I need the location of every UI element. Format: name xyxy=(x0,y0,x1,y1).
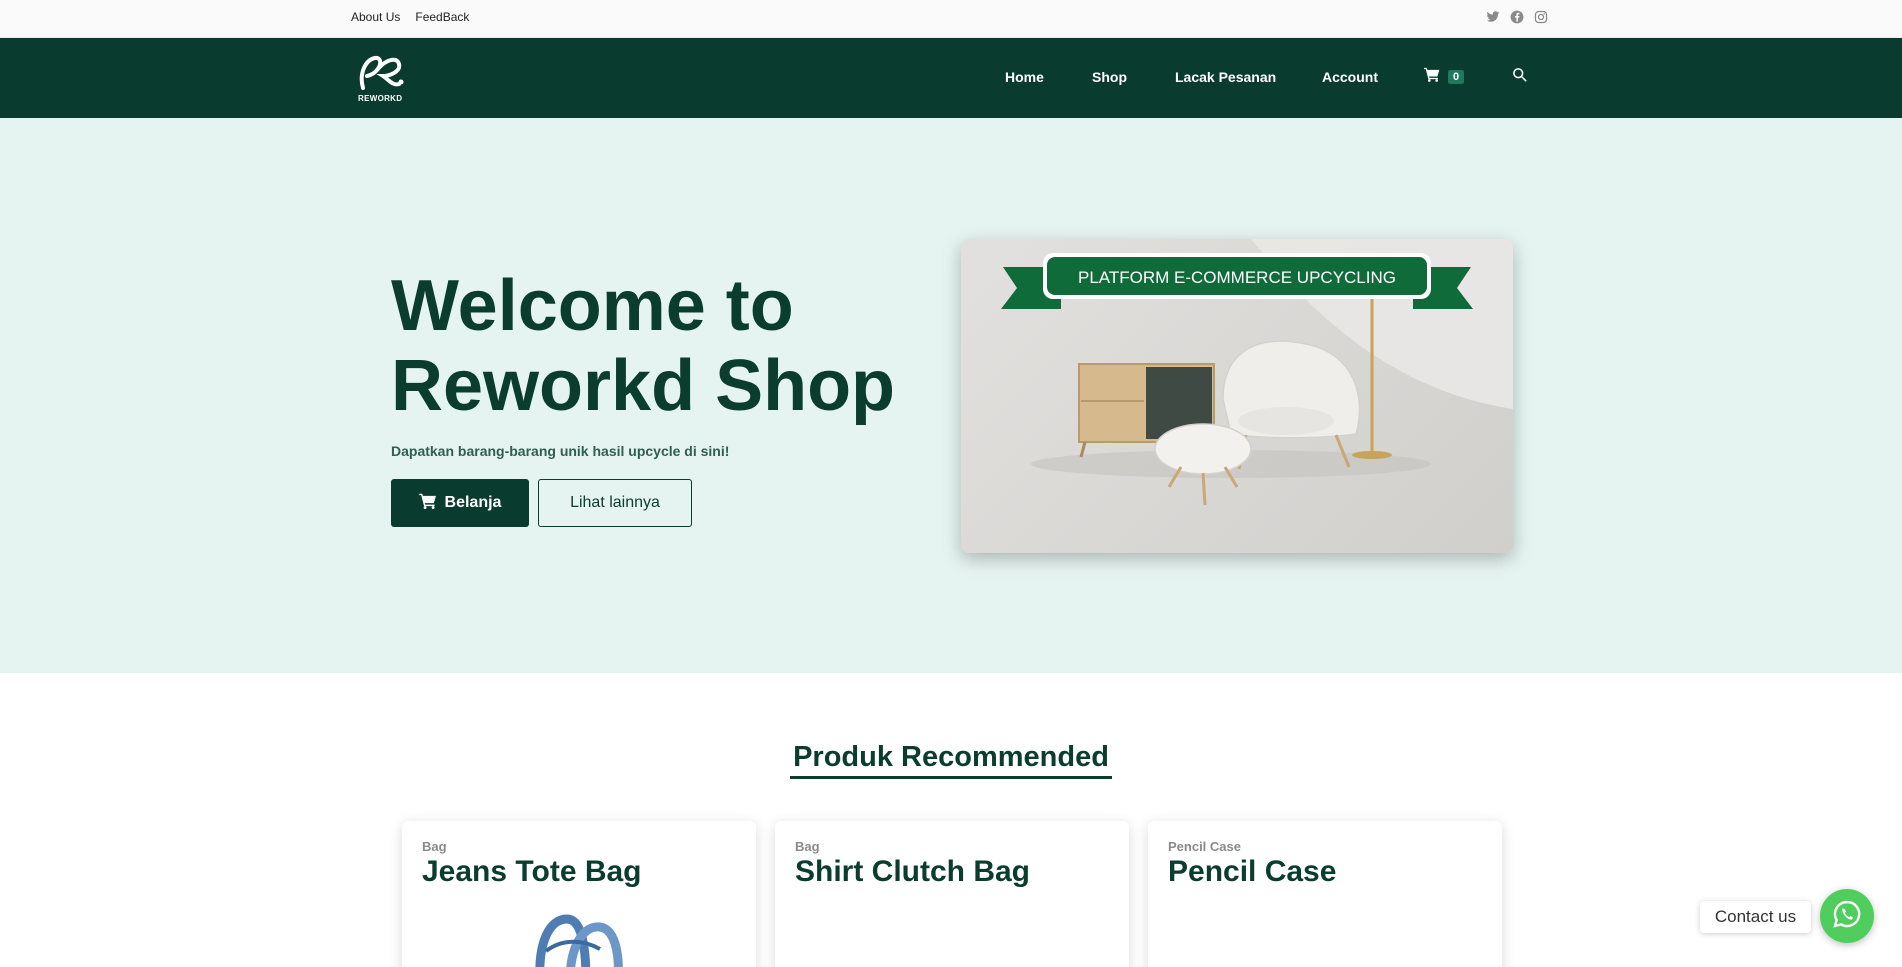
contact-us-label[interactable]: Contact us xyxy=(1700,901,1811,933)
main-header: REWORKD Home Shop Lacak Pesanan Account … xyxy=(0,38,1902,118)
product-card[interactable]: Bag Jeans Tote Bag xyxy=(402,821,756,967)
product-card[interactable]: Bag Shirt Clutch Bag xyxy=(775,821,1129,967)
cart-icon xyxy=(418,493,437,514)
product-name[interactable]: Shirt Clutch Bag xyxy=(795,855,1030,889)
product-name[interactable]: Pencil Case xyxy=(1168,855,1336,889)
whatsapp-icon xyxy=(1831,898,1863,935)
whatsapp-button[interactable] xyxy=(1820,889,1874,943)
nav-home[interactable]: Home xyxy=(1005,69,1044,85)
section-title: Produk Recommended xyxy=(0,741,1902,779)
cart-button[interactable]: 0 xyxy=(1424,67,1465,87)
about-us-link[interactable]: About Us xyxy=(351,10,400,24)
instagram-icon[interactable] xyxy=(1534,10,1548,24)
cart-icon xyxy=(1424,67,1440,87)
belanja-button[interactable]: Belanja xyxy=(391,479,529,527)
belanja-label: Belanja xyxy=(444,494,502,511)
top-bar: About Us FeedBack xyxy=(0,0,1902,38)
product-category: Bag xyxy=(795,839,820,854)
banner-text: PLATFORM E-COMMERCE UPCYCLING xyxy=(1078,268,1396,287)
cart-count-badge: 0 xyxy=(1448,70,1465,84)
hero-subtitle: Dapatkan barang-barang unik hasil upcycl… xyxy=(391,443,730,459)
social-links xyxy=(1486,10,1548,24)
hero-banner-image: PLATFORM E-COMMERCE UPCYCLING xyxy=(961,239,1513,553)
twitter-icon[interactable] xyxy=(1486,10,1500,24)
hero-title: Welcome to Reworkd Shop xyxy=(391,266,896,426)
hero-section: Welcome to Reworkd Shop Dapatkan barang-… xyxy=(0,118,1902,673)
top-links: About Us FeedBack xyxy=(351,10,469,24)
product-category: Bag xyxy=(422,839,447,854)
nav-lacak-pesanan[interactable]: Lacak Pesanan xyxy=(1175,69,1276,85)
search-icon[interactable] xyxy=(1512,67,1528,83)
facebook-icon[interactable] xyxy=(1510,10,1524,24)
product-name[interactable]: Jeans Tote Bag xyxy=(422,855,642,889)
nav-shop[interactable]: Shop xyxy=(1092,69,1127,85)
product-card[interactable]: Pencil Case Pencil Case xyxy=(1148,821,1502,967)
product-category: Pencil Case xyxy=(1168,839,1241,854)
feedback-link[interactable]: FeedBack xyxy=(415,10,469,24)
main-nav: Home Shop Lacak Pesanan Account xyxy=(0,69,1902,89)
logo-wordmark: REWORKD xyxy=(358,94,403,103)
product-image[interactable] xyxy=(522,911,642,967)
nav-account[interactable]: Account xyxy=(1322,69,1378,85)
lihat-lainnya-button[interactable]: Lihat lainnya xyxy=(538,479,692,527)
section-title-text: Produk Recommended xyxy=(790,741,1112,779)
